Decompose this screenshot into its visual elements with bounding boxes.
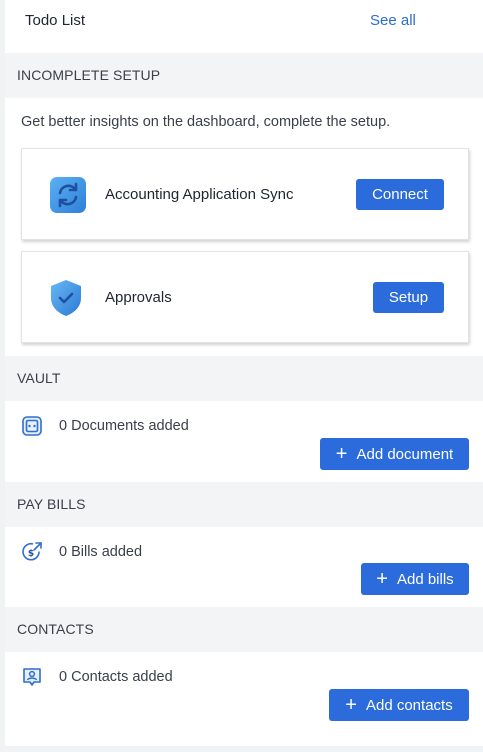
incomplete-setup-heading: INCOMPLETE SETUP	[5, 53, 483, 98]
setup-card-approvals: Approvals Setup	[21, 251, 469, 343]
contacts-count: 0 Contacts added	[59, 669, 173, 685]
plus-icon: +	[376, 568, 388, 590]
documents-count: 0 Documents added	[59, 418, 189, 434]
incomplete-setup-intro: Get better insights on the dashboard, co…	[21, 114, 391, 130]
pay-bills-heading: PAY BILLS	[5, 482, 483, 527]
todo-list-title: Todo List	[25, 12, 86, 29]
approvals-label: Approvals	[105, 289, 172, 306]
add-document-label: Add document	[356, 445, 454, 463]
contact-card-icon	[21, 666, 43, 693]
add-contacts-button[interactable]: + Add contacts	[329, 689, 469, 721]
add-document-button[interactable]: + Add document	[320, 438, 469, 470]
contacts-heading: CONTACTS	[5, 607, 483, 652]
add-bills-label: Add bills	[396, 570, 454, 588]
add-contacts-label: Add contacts	[365, 696, 453, 714]
todo-list-panel: Todo List See all INCOMPLETE SETUP Get b…	[5, 0, 483, 746]
svg-text:$: $	[28, 549, 34, 559]
document-icon	[21, 415, 43, 442]
accounting-sync-label: Accounting Application Sync	[105, 186, 294, 203]
sync-icon	[49, 176, 87, 219]
vault-heading: VAULT	[5, 356, 483, 401]
add-bills-button[interactable]: + Add bills	[361, 563, 469, 595]
plus-icon: +	[345, 694, 357, 716]
setup-button[interactable]: Setup	[373, 282, 444, 313]
connect-button[interactable]: Connect	[356, 179, 444, 210]
bills-count: 0 Bills added	[59, 544, 143, 560]
todo-header: Todo List See all	[5, 0, 483, 53]
setup-card-accounting-sync: Accounting Application Sync Connect	[21, 148, 469, 240]
see-all-link[interactable]: See all	[370, 12, 416, 29]
plus-icon: +	[335, 443, 348, 465]
shield-check-icon	[49, 279, 83, 322]
dollar-coin-icon: $	[21, 541, 43, 568]
